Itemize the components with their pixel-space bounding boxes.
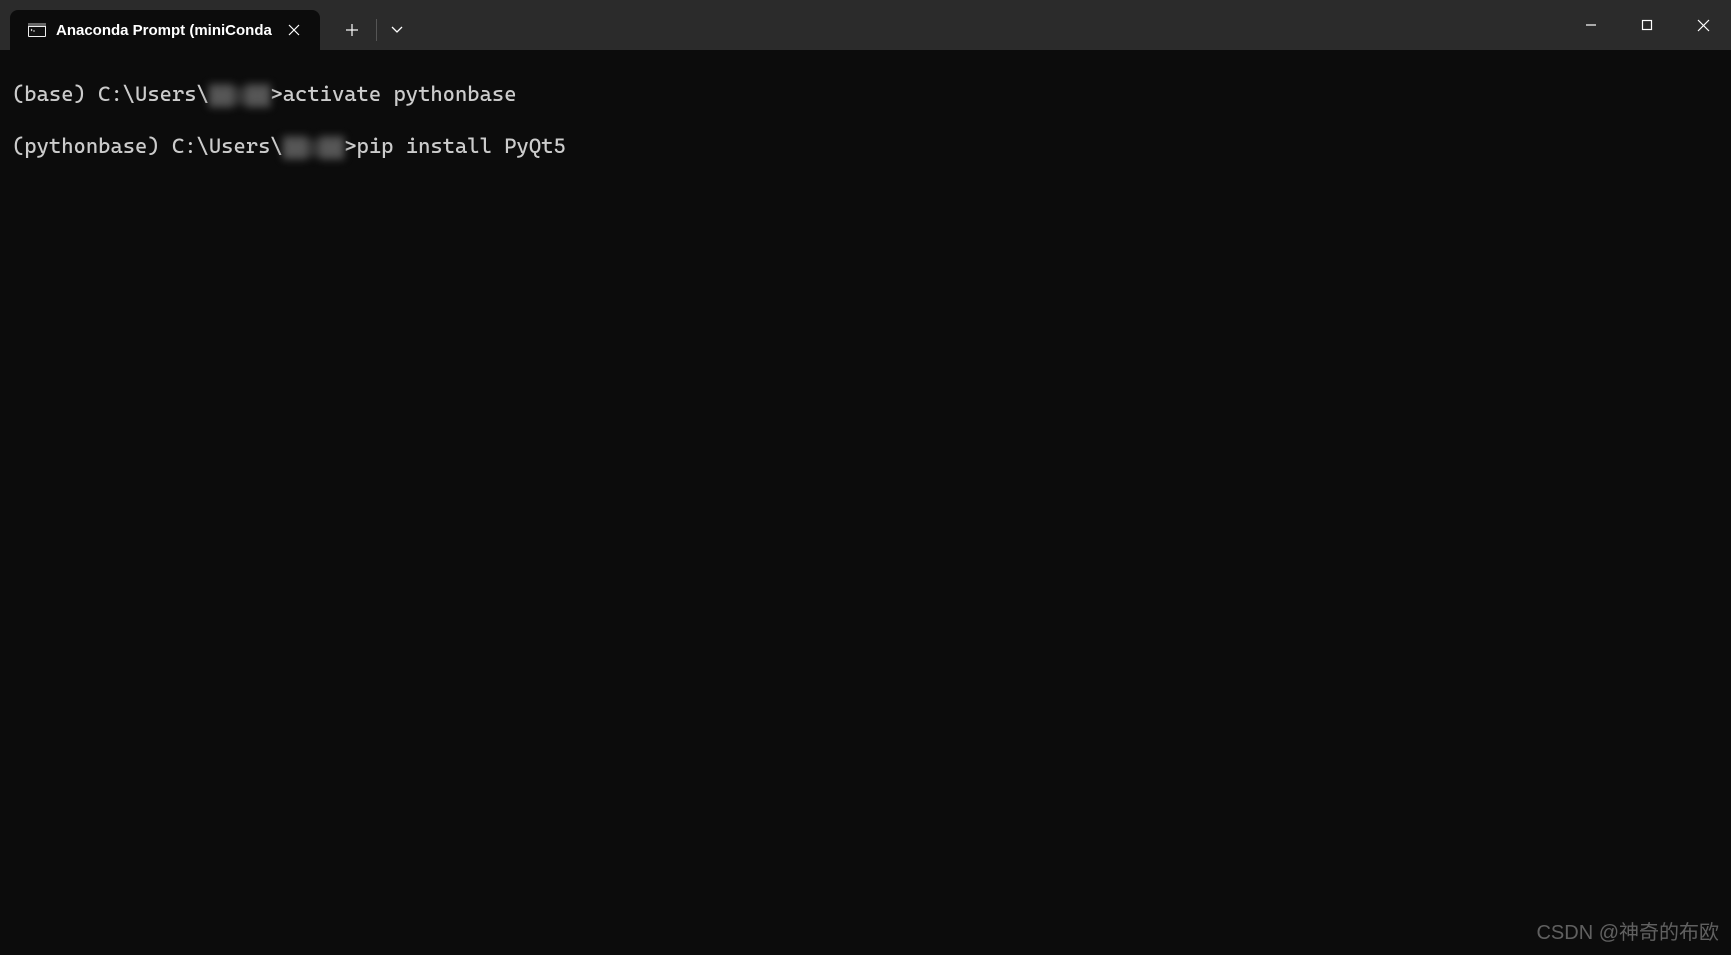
redacted-username: ▓▓ ▓▓ [283,139,345,157]
command-text: activate pythonbase [283,82,517,106]
maximize-button[interactable] [1619,0,1675,50]
terminal-body[interactable]: (base) C:\Users\▓▓ ▓▓>activate pythonbas… [0,50,1731,955]
terminal-line: (base) C:\Users\▓▓ ▓▓>activate pythonbas… [12,80,1719,109]
prompt-sep: > [344,134,356,158]
command-text: pip install PyQt5 [357,134,566,158]
redacted-username: ▓▓ ▓▓ [209,87,271,105]
window-controls [1563,0,1731,50]
watermark: CSDN @神奇的布欧 [1536,919,1719,947]
prompt-text: (pythonbase) C:\Users\ [12,134,283,158]
title-bar: Anaconda Prompt (miniConda [0,0,1731,50]
tab-close-button[interactable] [282,18,306,42]
terminal-line: (pythonbase) C:\Users\▓▓ ▓▓>pip install … [12,132,1719,161]
terminal-tab[interactable]: Anaconda Prompt (miniConda [10,10,320,50]
tab-area: Anaconda Prompt (miniConda [0,0,417,50]
minimize-button[interactable] [1563,0,1619,50]
prompt-text: (base) C:\Users\ [12,82,209,106]
prompt-sep: > [270,82,282,106]
terminal-icon [28,21,46,39]
tab-dropdown-button[interactable] [377,10,417,50]
tab-title: Anaconda Prompt (miniConda [56,22,272,39]
close-window-button[interactable] [1675,0,1731,50]
new-tab-button[interactable] [332,10,372,50]
